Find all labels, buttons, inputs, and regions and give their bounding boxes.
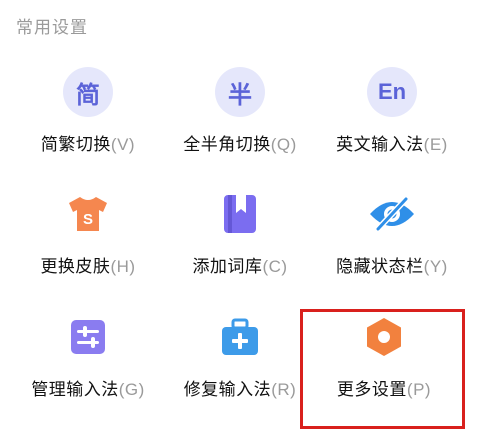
svg-text:S: S [83,211,93,228]
repair-input-method-button[interactable]: 修复输入法(R) [162,312,318,400]
item-shortcut: (C) [262,257,288,276]
item-shortcut: (Q) [270,135,297,154]
item-label: 更换皮肤 [40,257,111,276]
simplified-traditional-icon: 简 [63,67,113,117]
item-shortcut: (E) [423,135,448,154]
simplified-traditional-toggle[interactable]: 简 简繁切换(V) [10,67,166,155]
add-dictionary-button[interactable]: 添加词库(C) [162,189,318,277]
item-label: 全半角切换 [183,135,271,154]
highlight-box [300,309,465,429]
item-shortcut: (Y) [423,257,448,276]
item-shortcut: (V) [110,135,136,154]
tshirt-skin-icon: S [63,189,113,239]
item-label: 隐藏状态栏 [336,257,424,276]
sliders-manage-icon [63,312,113,362]
change-skin-button[interactable]: S 更换皮肤(H) [10,189,166,277]
english-input-toggle[interactable]: En 英文输入法(E) [314,67,470,155]
full-half-width-toggle[interactable]: 半 全半角切换(Q) [162,67,318,155]
hide-status-bar-toggle[interactable]: 隐藏状态栏(Y) [314,189,470,277]
section-title: 常用设置 [16,18,88,37]
item-label: 添加词库 [192,257,263,276]
item-label: 管理输入法 [31,380,119,399]
toolbox-repair-icon [215,312,265,362]
item-label: 修复输入法 [183,380,272,399]
item-shortcut: (G) [118,380,145,399]
bookmark-dictionary-icon [215,189,265,239]
eye-hidden-icon [367,189,417,239]
full-half-width-icon: 半 [215,67,265,117]
english-input-icon: En [367,67,417,117]
item-shortcut: (H) [110,257,136,276]
item-label: 简繁切换 [40,135,111,154]
manage-input-method-button[interactable]: 管理输入法(G) [10,312,166,400]
item-shortcut: (R) [271,380,297,399]
item-label: 英文输入法 [336,135,424,154]
